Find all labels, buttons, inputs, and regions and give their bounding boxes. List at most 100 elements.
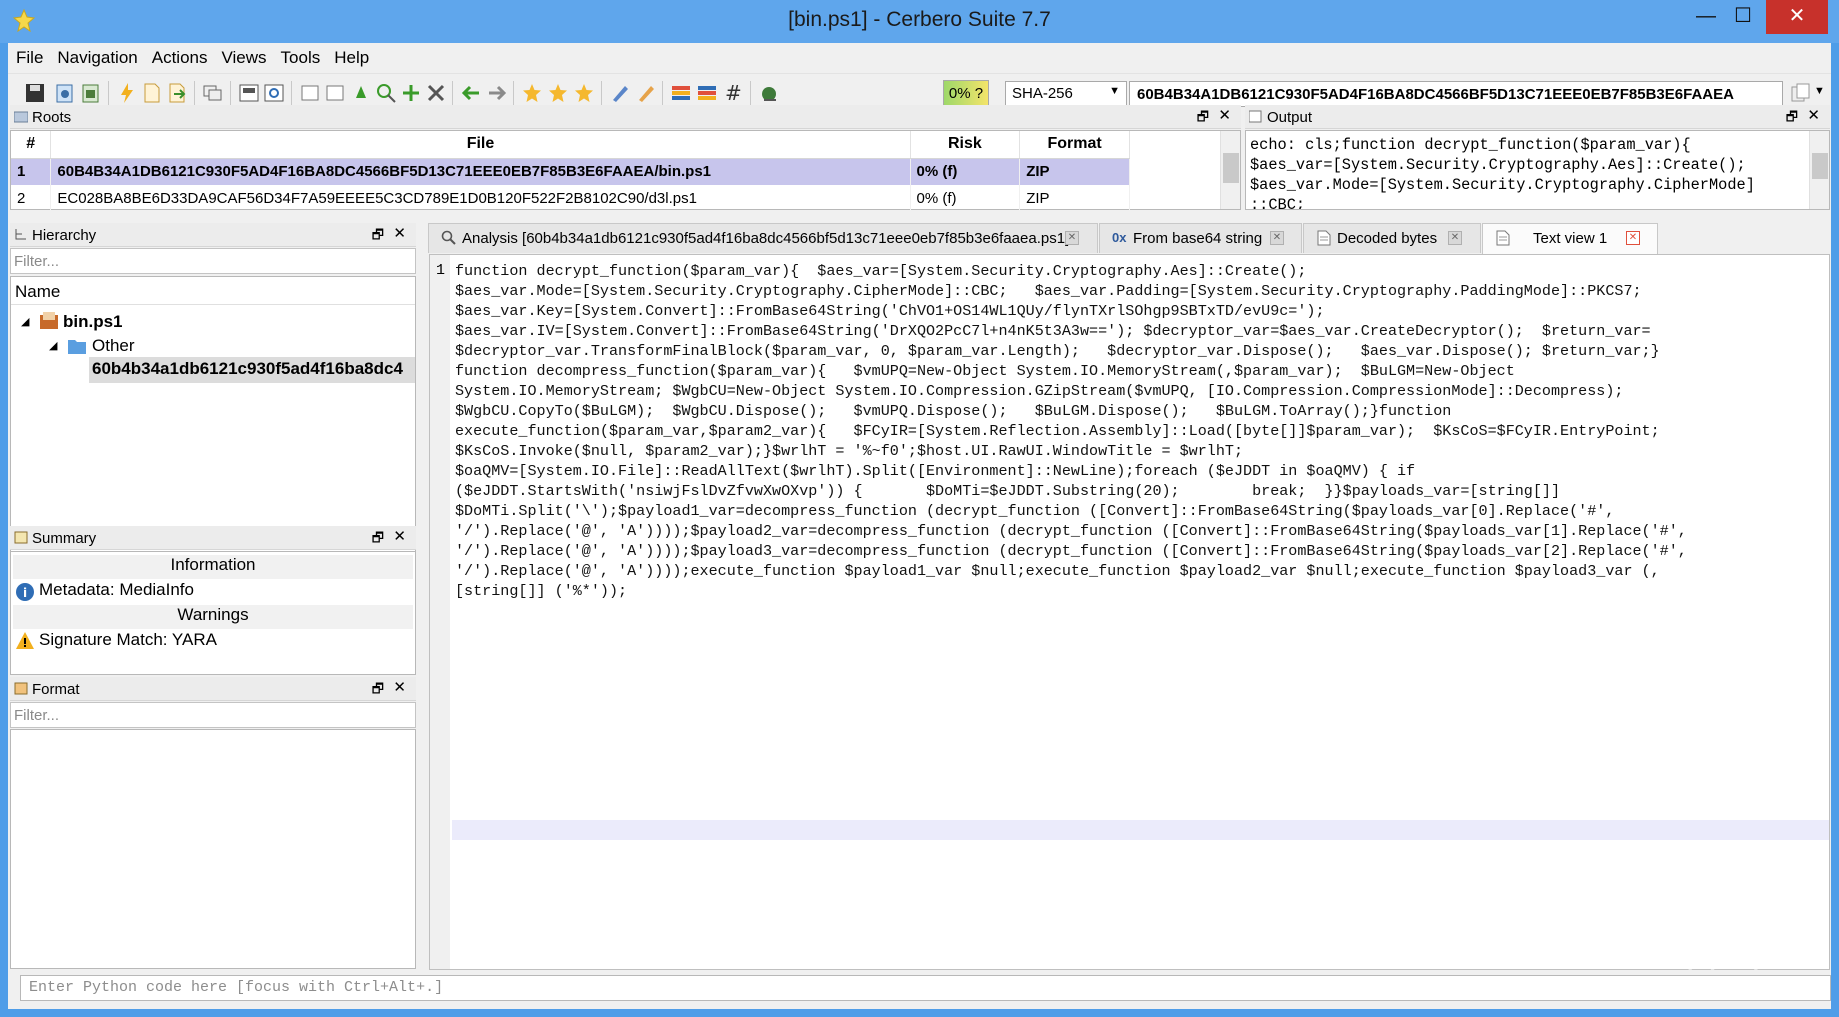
menu-bar: File Navigation Actions Views Tools Help bbox=[8, 43, 1831, 71]
app-window: [bin.ps1] - Cerbero Suite 7.7 — ☐ ✕ File… bbox=[0, 0, 1839, 1017]
hierarchy-filter-input[interactable]: Filter... bbox=[10, 248, 416, 274]
risk-indicator[interactable]: 0% ? bbox=[943, 80, 989, 108]
copy-dropdown-icon[interactable]: ▼ bbox=[1814, 85, 1825, 97]
lightning-icon[interactable] bbox=[116, 82, 138, 104]
menu-actions[interactable]: Actions bbox=[144, 43, 214, 68]
summary-info-item[interactable]: Metadata: MediaInfo bbox=[39, 580, 413, 604]
float-icon[interactable]: 🗗 bbox=[372, 529, 384, 551]
maximize-button[interactable]: ☐ bbox=[1720, 0, 1766, 34]
hash-icon[interactable]: # bbox=[722, 82, 744, 104]
frame-icon[interactable] bbox=[299, 82, 321, 104]
import-icon[interactable] bbox=[166, 82, 188, 104]
remove-icon[interactable] bbox=[425, 82, 447, 104]
column-header[interactable]: Risk bbox=[910, 131, 1021, 159]
tab-close-icon[interactable]: ✕ bbox=[1448, 231, 1462, 245]
go-green-icon[interactable] bbox=[350, 82, 372, 104]
copy-icon[interactable] bbox=[1790, 82, 1812, 104]
document-icon bbox=[1496, 230, 1510, 246]
menu-tools[interactable]: Tools bbox=[273, 43, 327, 68]
hex-icon: 0x bbox=[1112, 230, 1127, 245]
find-icon[interactable] bbox=[375, 82, 397, 104]
column-header[interactable]: File bbox=[50, 131, 911, 159]
column-header[interactable]: # bbox=[11, 131, 52, 159]
refresh-layout-icon[interactable] bbox=[263, 82, 285, 104]
colors-icon[interactable] bbox=[670, 82, 692, 104]
new-file-icon[interactable] bbox=[141, 82, 163, 104]
tab-from-base64[interactable]: 0x From base64 string ✕ bbox=[1099, 223, 1302, 253]
hash-algorithm-select[interactable]: SHA-256 ▼ bbox=[1005, 81, 1127, 107]
close-icon[interactable]: ✕ bbox=[1218, 106, 1231, 124]
python-command-input[interactable]: Enter Python code here [focus with Ctrl+… bbox=[20, 975, 1831, 1001]
windows-icon[interactable] bbox=[202, 82, 224, 104]
close-icon[interactable]: ✕ bbox=[393, 678, 406, 696]
menu-navigation[interactable]: Navigation bbox=[49, 43, 143, 68]
scroll-thumb[interactable] bbox=[1223, 153, 1239, 183]
format-tree bbox=[10, 729, 416, 969]
warning-icon bbox=[16, 632, 34, 649]
star-next-icon[interactable] bbox=[573, 82, 595, 104]
tab-close-icon[interactable]: ✕ bbox=[1065, 231, 1079, 245]
star-add-icon[interactable] bbox=[521, 82, 543, 104]
close-icon[interactable]: ✕ bbox=[393, 527, 406, 545]
output-panel-header: Output 🗗 ✕ bbox=[1245, 105, 1830, 129]
format-icon bbox=[14, 682, 28, 695]
format-filter-input[interactable]: Filter... bbox=[10, 702, 416, 728]
float-icon[interactable]: 🗗 bbox=[1197, 108, 1209, 130]
python-icon[interactable] bbox=[758, 82, 780, 104]
summary-warnings-heading: Warnings bbox=[13, 605, 413, 629]
tab-decoded-bytes[interactable]: Decoded bytes ✕ bbox=[1303, 223, 1481, 253]
star-icon[interactable] bbox=[547, 82, 569, 104]
line-number-gutter: 1 bbox=[430, 255, 450, 969]
output-title: Output bbox=[1267, 109, 1313, 126]
output-panel[interactable]: echo: cls;function decrypt_function($par… bbox=[1245, 130, 1830, 210]
tab-close-icon[interactable]: ✕ bbox=[1270, 231, 1284, 245]
tab-close-icon[interactable]: ✕ bbox=[1626, 231, 1640, 245]
tree-node-root[interactable]: bin.ps1 bbox=[63, 312, 123, 332]
output-scrollbar[interactable] bbox=[1809, 131, 1829, 209]
float-icon[interactable]: 🗗 bbox=[372, 226, 384, 248]
tab-analysis[interactable]: Analysis [60b4b34a1db6121c930f5ad4f16ba8… bbox=[428, 223, 1098, 253]
code-text[interactable]: function decrypt_function($param_var){ $… bbox=[455, 261, 1823, 601]
float-icon[interactable]: 🗗 bbox=[372, 680, 384, 702]
back-arrow-icon[interactable] bbox=[460, 82, 482, 104]
frame-alt-icon[interactable] bbox=[324, 82, 346, 104]
open-project-icon[interactable] bbox=[80, 82, 102, 104]
row-number: 2 bbox=[11, 185, 52, 212]
add-icon[interactable] bbox=[400, 82, 422, 104]
close-icon[interactable]: ✕ bbox=[1807, 106, 1820, 124]
row-risk: 0% (f) bbox=[910, 158, 1021, 185]
tree-expand-icon[interactable]: ◢ bbox=[21, 315, 29, 328]
table-row[interactable]: 2 EC028BA8BE6D33DA9CAF56D34F7A59EEEE5C3C… bbox=[11, 185, 1130, 212]
tree-column-header[interactable]: Name bbox=[11, 277, 415, 305]
save-layout-icon[interactable] bbox=[238, 82, 260, 104]
tree-expand-icon[interactable]: ◢ bbox=[49, 339, 57, 352]
open-file-icon[interactable] bbox=[54, 82, 76, 104]
table-row[interactable]: 1 60B4B34A1DB6121C930F5AD4F16BA8DC4566BF… bbox=[11, 158, 1130, 185]
close-icon[interactable]: ✕ bbox=[393, 224, 406, 242]
output-icon bbox=[1249, 110, 1262, 123]
summary-warning-item[interactable]: Signature Match: YARA bbox=[39, 630, 413, 654]
scroll-thumb[interactable] bbox=[1812, 153, 1828, 179]
colors-alt-icon[interactable] bbox=[696, 82, 718, 104]
pencil-icon[interactable] bbox=[635, 82, 657, 104]
tab-label: From base64 string bbox=[1133, 230, 1263, 247]
text-editor[interactable]: 1 function decrypt_function($param_var){… bbox=[429, 254, 1830, 970]
row-format: ZIP bbox=[1019, 185, 1130, 212]
tab-text-view[interactable]: Text view 1 ✕ bbox=[1482, 223, 1658, 254]
tree-node-leaf[interactable]: 60b4b34a1db6121c930f5ad4f16ba8dc4 bbox=[89, 357, 415, 383]
current-line-highlight bbox=[452, 820, 1829, 840]
hash-value-field[interactable]: 60B4B34A1DB6121C930F5AD4F16BA8DC4566BF5D… bbox=[1129, 81, 1783, 107]
close-button[interactable]: ✕ bbox=[1766, 0, 1828, 34]
column-header[interactable]: Format bbox=[1019, 131, 1130, 159]
edit-icon[interactable] bbox=[609, 82, 631, 104]
float-icon[interactable]: 🗗 bbox=[1786, 108, 1798, 130]
menu-help[interactable]: Help bbox=[326, 43, 375, 68]
summary-info-heading: Information bbox=[13, 555, 413, 579]
forward-arrow-icon[interactable] bbox=[486, 82, 508, 104]
tree-node-folder[interactable]: Other bbox=[92, 336, 135, 356]
menu-views[interactable]: Views bbox=[213, 43, 272, 68]
menu-file[interactable]: File bbox=[8, 43, 49, 68]
roots-scrollbar[interactable] bbox=[1220, 131, 1240, 209]
save-icon[interactable] bbox=[24, 82, 46, 104]
tab-label: Text view 1 bbox=[1533, 230, 1608, 247]
